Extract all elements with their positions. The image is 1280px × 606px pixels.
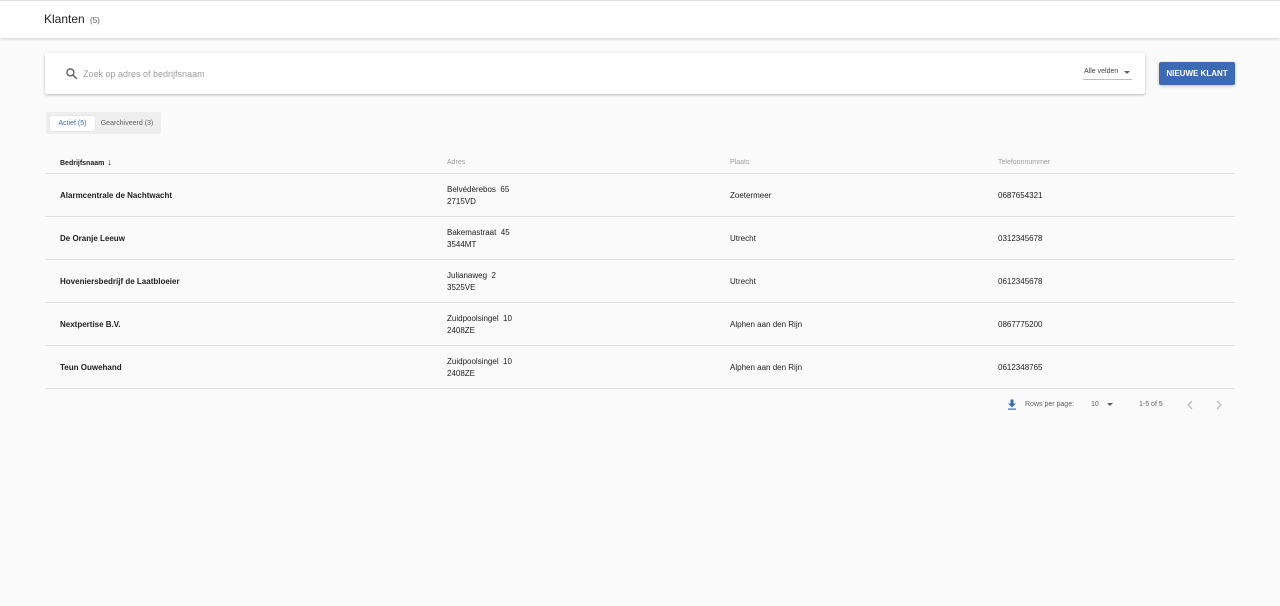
address-street: Julianaweg 2 xyxy=(447,271,496,280)
new-customer-button[interactable]: NIEUWE KLANT xyxy=(1159,62,1235,85)
page-title-count: (5) xyxy=(90,16,100,25)
address-street: Zuidpoolsingel 10 xyxy=(447,314,512,323)
cell-address: Julianaweg 2 3525VE xyxy=(447,270,496,294)
address-postcode: 2408ZE xyxy=(447,326,476,335)
address-street: Belvédèrebos 65 xyxy=(447,185,510,194)
column-header-label: Bedrijfsnaam xyxy=(60,160,105,167)
page-title: Klanten (5) xyxy=(44,12,100,26)
column-header-bedrijfsnaam[interactable]: Bedrijfsnaam ↓ xyxy=(60,157,112,168)
search-field-select-label: Alle velden xyxy=(1084,68,1119,75)
search-icon xyxy=(66,68,78,80)
cell-phone: 0312345678 xyxy=(998,234,1043,243)
table-row[interactable]: Hoveniersbedrijf de Laatbloeier Julianaw… xyxy=(45,260,1235,303)
table-row[interactable]: Nextpertise B.V. Zuidpoolsingel 10 2408Z… xyxy=(45,303,1235,346)
column-header-telefoonnummer[interactable]: Telefoonnummer xyxy=(998,159,1050,166)
chevron-left-icon[interactable] xyxy=(1185,399,1195,411)
cell-company-name: Teun Ouwehand xyxy=(60,363,122,372)
table-row[interactable]: De Oranje Leeuw Bakemastraat 45 3544MT U… xyxy=(45,217,1235,260)
download-icon[interactable] xyxy=(1007,399,1017,410)
rows-per-page-value: 10 xyxy=(1091,401,1099,408)
pagination-range: 1-5 of 5 xyxy=(1139,401,1163,408)
cell-city: Alphen aan den Rijn xyxy=(730,320,803,329)
arrow-down-icon: ↓ xyxy=(107,157,112,167)
column-header-adres[interactable]: Adres xyxy=(447,159,465,166)
address-postcode: 2715VD xyxy=(447,197,476,206)
cell-address: Belvédèrebos 65 2715VD xyxy=(447,184,509,208)
cell-city: Utrecht xyxy=(730,234,756,243)
address-postcode: 3525VE xyxy=(447,283,476,292)
rows-per-page-select[interactable]: 10 xyxy=(1091,401,1115,408)
cell-company-name: Nextpertise B.V. xyxy=(60,320,121,329)
cell-address: Zuidpoolsingel 10 2408ZE xyxy=(447,313,512,337)
address-street: Zuidpoolsingel 10 xyxy=(447,357,512,366)
tab-active[interactable]: Actief (5) xyxy=(50,116,95,131)
search-input[interactable] xyxy=(83,65,983,82)
cell-company-name: Hoveniersbedrijf de Laatbloeier xyxy=(60,277,180,286)
page-title-text: Klanten xyxy=(44,12,85,26)
table-header: Bedrijfsnaam ↓ Adres Plaats Telefoonnumme… xyxy=(45,152,1235,174)
address-postcode: 2408ZE xyxy=(447,369,476,378)
status-tabs: Actief (5) Gearchiveerd (3) xyxy=(46,112,161,134)
cell-city: Utrecht xyxy=(730,277,756,286)
pagination: Rows per page: 10 1-5 of 5 xyxy=(1005,398,1235,412)
search-field-select[interactable]: Alle velden xyxy=(1083,66,1132,80)
cell-phone: 0612345678 xyxy=(998,277,1043,286)
chevron-right-icon[interactable] xyxy=(1214,399,1224,411)
rows-per-page-label: Rows per page: xyxy=(1025,401,1075,408)
customers-table: Bedrijfsnaam ↓ Adres Plaats Telefoonnumme… xyxy=(45,152,1235,389)
column-header-plaats[interactable]: Plaats xyxy=(730,159,749,166)
cell-city: Alphen aan den Rijn xyxy=(730,363,803,372)
search-bar: Alle velden xyxy=(45,53,1145,94)
cell-phone: 0687654321 xyxy=(998,191,1043,200)
cell-phone: 0612348765 xyxy=(998,363,1043,372)
address-postcode: 3544MT xyxy=(447,240,477,249)
address-street: Bakemastraat 45 xyxy=(447,228,510,237)
caret-down-icon xyxy=(1107,403,1113,406)
cell-phone: 0867775200 xyxy=(998,320,1043,329)
cell-company-name: De Oranje Leeuw xyxy=(60,234,125,243)
tab-archived[interactable]: Gearchiveerd (3) xyxy=(98,116,156,131)
cell-company-name: Alarmcentrale de Nachtwacht xyxy=(60,191,173,200)
cell-address: Zuidpoolsingel 10 2408ZE xyxy=(447,356,512,380)
table-row[interactable]: Teun Ouwehand Zuidpoolsingel 10 2408ZE A… xyxy=(45,346,1235,389)
table-row[interactable]: Alarmcentrale de Nachtwacht Belvédèrebos… xyxy=(45,174,1235,217)
cell-city: Zoetermeer xyxy=(730,191,772,200)
app-header: Klanten (5) xyxy=(0,0,1280,38)
caret-down-icon xyxy=(1124,71,1130,74)
cell-address: Bakemastraat 45 3544MT xyxy=(447,227,510,251)
